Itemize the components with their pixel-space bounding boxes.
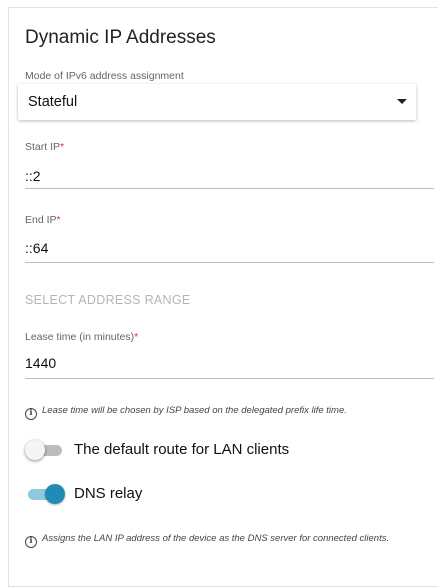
info-icon: i [25,408,37,420]
toggle-knob [25,440,45,460]
lease-info-note: i Lease time will be chosen by ISP based … [25,402,425,420]
lease-time-input[interactable]: 1440 [25,355,56,371]
select-address-range-button[interactable]: SELECT ADDRESS RANGE [25,293,191,307]
start-ip-input[interactable]: ::2 [25,168,41,184]
dns-info-note: i Assigns the LAN IP address of the devic… [25,530,420,548]
dns-relay-label: DNS relay [74,485,143,502]
lease-time-label: Lease time (in minutes)* [25,331,138,343]
dns-relay-toggle[interactable] [25,484,65,504]
end-ip-input[interactable]: ::64 [25,240,48,256]
end-ip-underline [25,262,434,263]
end-ip-label: End IP* [25,214,61,226]
info-icon: i [25,536,37,548]
lease-time-underline [25,378,434,379]
required-mark: * [56,214,61,226]
mode-select-value: Stateful [28,94,78,110]
mode-select[interactable]: Stateful [18,84,416,120]
dns-info-text: Assigns the LAN IP address of the device… [42,533,390,544]
required-mark: * [134,331,139,343]
chevron-down-icon [397,99,407,104]
required-mark: * [60,141,65,153]
end-ip-label-text: End IP [25,214,57,226]
toggle-knob [45,484,65,504]
lease-info-text: Lease time will be chosen by ISP based o… [42,405,347,416]
panel-title: Dynamic IP Addresses [25,27,216,48]
lease-time-label-text: Lease time (in minutes) [25,331,135,343]
default-route-label: The default route for LAN clients [74,441,290,458]
default-route-toggle[interactable] [25,440,65,460]
start-ip-label-text: Start IP [25,141,61,153]
mode-label: Mode of IPv6 address assignment [25,70,184,82]
start-ip-underline [25,188,434,189]
start-ip-label: Start IP* [25,141,64,153]
